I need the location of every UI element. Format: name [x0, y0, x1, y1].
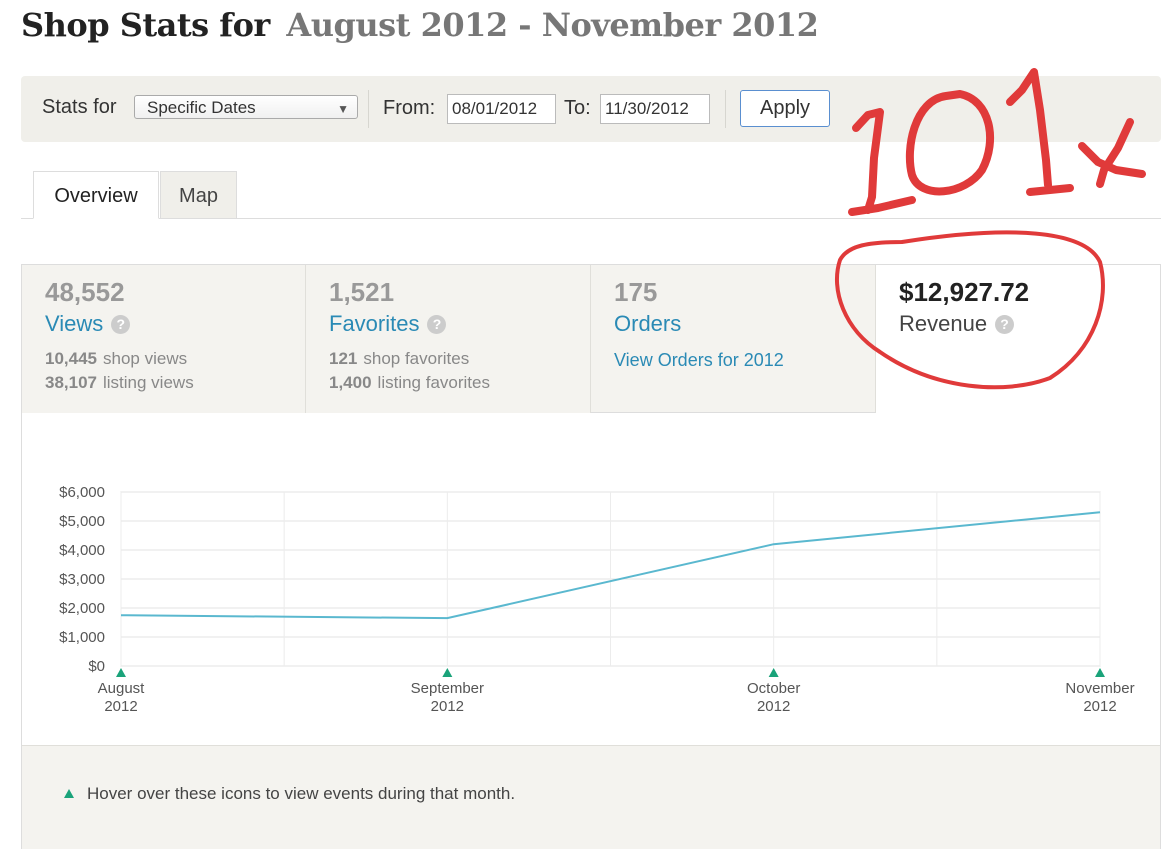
y-tick-label: $6,000 [59, 484, 105, 501]
y-tick-label: $1,000 [59, 629, 105, 646]
x-tick-label: 2012 [431, 698, 464, 715]
y-tick-label: $5,000 [59, 513, 105, 530]
revenue-chart: $0 $1,000 $2,000 $3,000 $4,000 $5,000 $6,000 A… [59, 484, 1134, 715]
x-tick-label: August [98, 680, 146, 697]
event-marker-icon[interactable] [116, 668, 126, 677]
x-tick-label: November [1065, 680, 1134, 697]
x-tick-label: 2012 [1083, 698, 1116, 715]
x-tick-label: 2012 [757, 698, 790, 715]
y-tick-label: $0 [88, 658, 105, 675]
x-tick-label: 2012 [104, 698, 137, 715]
y-tick-label: $2,000 [59, 600, 105, 617]
event-marker-icon[interactable] [1095, 668, 1105, 677]
x-tick-label: October [747, 680, 800, 697]
event-marker-icon[interactable] [442, 668, 453, 677]
y-tick-label: $3,000 [59, 571, 105, 588]
y-tick-label: $4,000 [59, 542, 105, 559]
x-tick-label: September [411, 680, 484, 697]
event-marker-icon[interactable] [768, 668, 779, 677]
